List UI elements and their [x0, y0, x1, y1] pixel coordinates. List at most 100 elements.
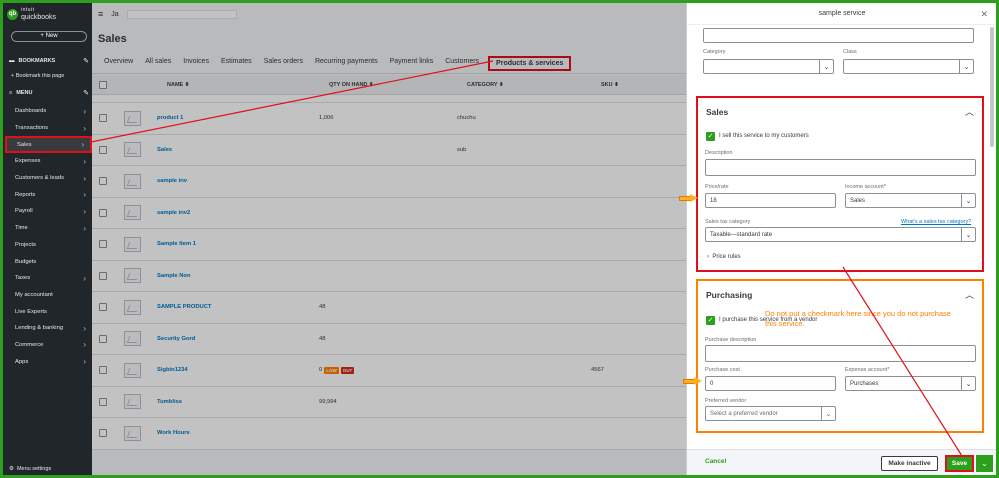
sidebar-item-commerce[interactable]: Commerce ›	[3, 337, 92, 354]
sidebar-item-label: Apps	[15, 358, 29, 365]
product-name[interactable]: Work Hours	[157, 430, 319, 436]
table-row[interactable]: Sample Item 1	[92, 229, 686, 261]
row-checkbox[interactable]	[99, 177, 107, 186]
bookmark-this-page[interactable]: + Bookmark this page	[11, 73, 64, 79]
chevron-down-icon: ⌄	[961, 194, 975, 207]
product-name[interactable]: sample inv	[157, 178, 319, 184]
quickbooks-logo[interactable]: qb intuit quickbooks	[7, 7, 56, 21]
sidebar-item-projects[interactable]: Projects	[3, 237, 92, 254]
sidebar-item-dashboards[interactable]: Dashboards ›	[3, 103, 92, 120]
sidebar-item-expenses[interactable]: Expenses ›	[3, 153, 92, 170]
sidebar-item-lending-banking[interactable]: Lending & banking ›	[3, 320, 92, 337]
row-checkbox[interactable]	[99, 114, 107, 123]
purchase-cost-input[interactable]: 0	[705, 376, 836, 391]
edit-menu-icon[interactable]: ✎	[83, 89, 89, 97]
col-name[interactable]: NAME ⬍	[167, 82, 329, 88]
preferred-vendor-select[interactable]: Select a preferred vendor ⌄	[705, 406, 836, 421]
menu-settings-link[interactable]: ⚙ Menu settings	[9, 466, 51, 472]
col-qty[interactable]: QTY ON HAND ⬍	[329, 82, 467, 88]
sidebar-item-transactions[interactable]: Transactions ›	[3, 120, 92, 137]
tab-invoices[interactable]: Invoices	[177, 56, 215, 71]
hamburger-icon[interactable]: ≡	[98, 9, 103, 19]
edit-bookmarks-icon[interactable]: ✎	[83, 57, 89, 65]
row-checkbox[interactable]	[99, 145, 107, 154]
sidebar-item-reports[interactable]: Reports ›	[3, 186, 92, 203]
product-name[interactable]: Security Gord	[157, 336, 319, 342]
product-name[interactable]: product 1	[157, 115, 319, 121]
panel-title: sample service	[818, 10, 866, 17]
preferred-vendor-placeholder: Select a preferred vendor	[710, 410, 778, 417]
qty-on-hand: 99,994	[319, 399, 457, 405]
sidebar-item-budgets[interactable]: Budgets	[3, 253, 92, 270]
sidebar-item-sales[interactable]: Sales ›	[5, 136, 92, 154]
product-name[interactable]: sample inv2	[157, 210, 319, 216]
price-rules-toggle[interactable]: › Price rules	[707, 254, 741, 260]
purchase-description-textarea[interactable]	[705, 345, 976, 362]
row-checkbox[interactable]	[99, 397, 107, 406]
save-options-chevron-icon[interactable]: ⌄	[976, 455, 993, 472]
sidebar-item-customers-leads[interactable]: Customers & leads ›	[3, 170, 92, 187]
row-checkbox[interactable]	[99, 334, 107, 343]
income-account-select[interactable]: Sales ⌄	[845, 193, 976, 208]
sidebar-item-live-experts[interactable]: Live Experts	[3, 303, 92, 320]
new-button[interactable]: + New	[11, 31, 87, 42]
sell-service-checkbox[interactable]: ✓	[706, 132, 715, 141]
tab-recurring-payments[interactable]: Recurring payments	[309, 56, 384, 71]
description-textarea[interactable]	[705, 159, 976, 176]
table-row[interactable]: Tumbliss 99,994	[92, 386, 686, 418]
sidebar-item-my-accountant[interactable]: My accountant	[3, 287, 92, 304]
row-checkbox[interactable]	[99, 240, 107, 249]
cancel-button[interactable]: Cancel	[705, 458, 726, 465]
class-select[interactable]: ⌄	[843, 59, 974, 74]
purchase-service-checkbox[interactable]: ✓	[706, 316, 715, 325]
sidebar-item-time[interactable]: Time ›	[3, 220, 92, 237]
table-row[interactable]: Work Hours	[92, 418, 686, 450]
row-checkbox[interactable]	[99, 271, 107, 280]
table-row[interactable]: sample inv2	[92, 197, 686, 229]
sales-tax-select[interactable]: Taxable—standard rate ⌄	[705, 227, 976, 242]
tab-sales-orders[interactable]: Sales orders	[258, 56, 309, 71]
expense-account-select[interactable]: Purchases ⌄	[845, 376, 976, 391]
sidebar-item-taxes[interactable]: Taxes ›	[3, 270, 92, 287]
table-row[interactable]: Sample Non	[92, 260, 686, 292]
col-sku[interactable]: SKU ⬍	[601, 82, 681, 88]
product-name[interactable]: SAMPLE PRODUCT	[157, 304, 319, 310]
top-text-field[interactable]	[703, 28, 974, 43]
product-name[interactable]: Tumbliss	[157, 399, 319, 405]
product-name[interactable]: Sample Item 1	[157, 241, 319, 247]
sidebar-item-apps[interactable]: Apps ›	[3, 353, 92, 370]
row-checkbox[interactable]	[99, 208, 107, 217]
col-category[interactable]: CATEGORY ⬍	[467, 82, 601, 88]
table-row[interactable]: sample inv	[92, 166, 686, 198]
product-name[interactable]: Sales	[157, 147, 319, 153]
row-checkbox[interactable]	[99, 429, 107, 438]
table-row[interactable]: Sigbin1234 0 LOW OUT 4567	[92, 355, 686, 387]
row-checkbox[interactable]	[99, 303, 107, 312]
image-placeholder-icon	[124, 425, 141, 441]
table-row[interactable]: product 1 1,006 chuchu	[92, 103, 686, 135]
chevron-up-icon[interactable]: ︿	[965, 288, 974, 301]
sales-tax-help-link[interactable]: What's a sales tax category?	[901, 219, 971, 225]
product-name[interactable]: Sigbin1234	[157, 367, 319, 373]
tab-customers[interactable]: Customers	[439, 56, 485, 71]
close-icon[interactable]: ✕	[980, 9, 988, 20]
panel-scrollbar[interactable]	[990, 27, 994, 147]
category-select[interactable]: ⌄	[703, 59, 834, 74]
sidebar-item-payroll[interactable]: Payroll ›	[3, 203, 92, 220]
product-name[interactable]: Sample Non	[157, 273, 319, 279]
tab-products-services[interactable]: Products & services	[488, 56, 572, 71]
row-checkbox[interactable]	[99, 366, 107, 375]
make-inactive-button[interactable]: Make inactive	[881, 456, 938, 471]
tab-payment-links[interactable]: Payment links	[384, 56, 440, 71]
price-rate-input[interactable]: 18	[705, 193, 836, 208]
table-row[interactable]: Security Gord 48	[92, 323, 686, 355]
tab-overview[interactable]: Overview	[98, 56, 139, 71]
select-all-checkbox[interactable]	[99, 80, 107, 89]
table-row[interactable]: Sales sub	[92, 134, 686, 166]
tab-all-sales[interactable]: All sales	[139, 56, 177, 71]
save-button[interactable]: Save	[945, 455, 974, 472]
table-row[interactable]: SAMPLE PRODUCT 48	[92, 292, 686, 324]
tab-estimates[interactable]: Estimates	[215, 56, 258, 71]
chevron-up-icon[interactable]: ︿	[965, 105, 974, 118]
sales-heading: Sales	[706, 107, 729, 117]
